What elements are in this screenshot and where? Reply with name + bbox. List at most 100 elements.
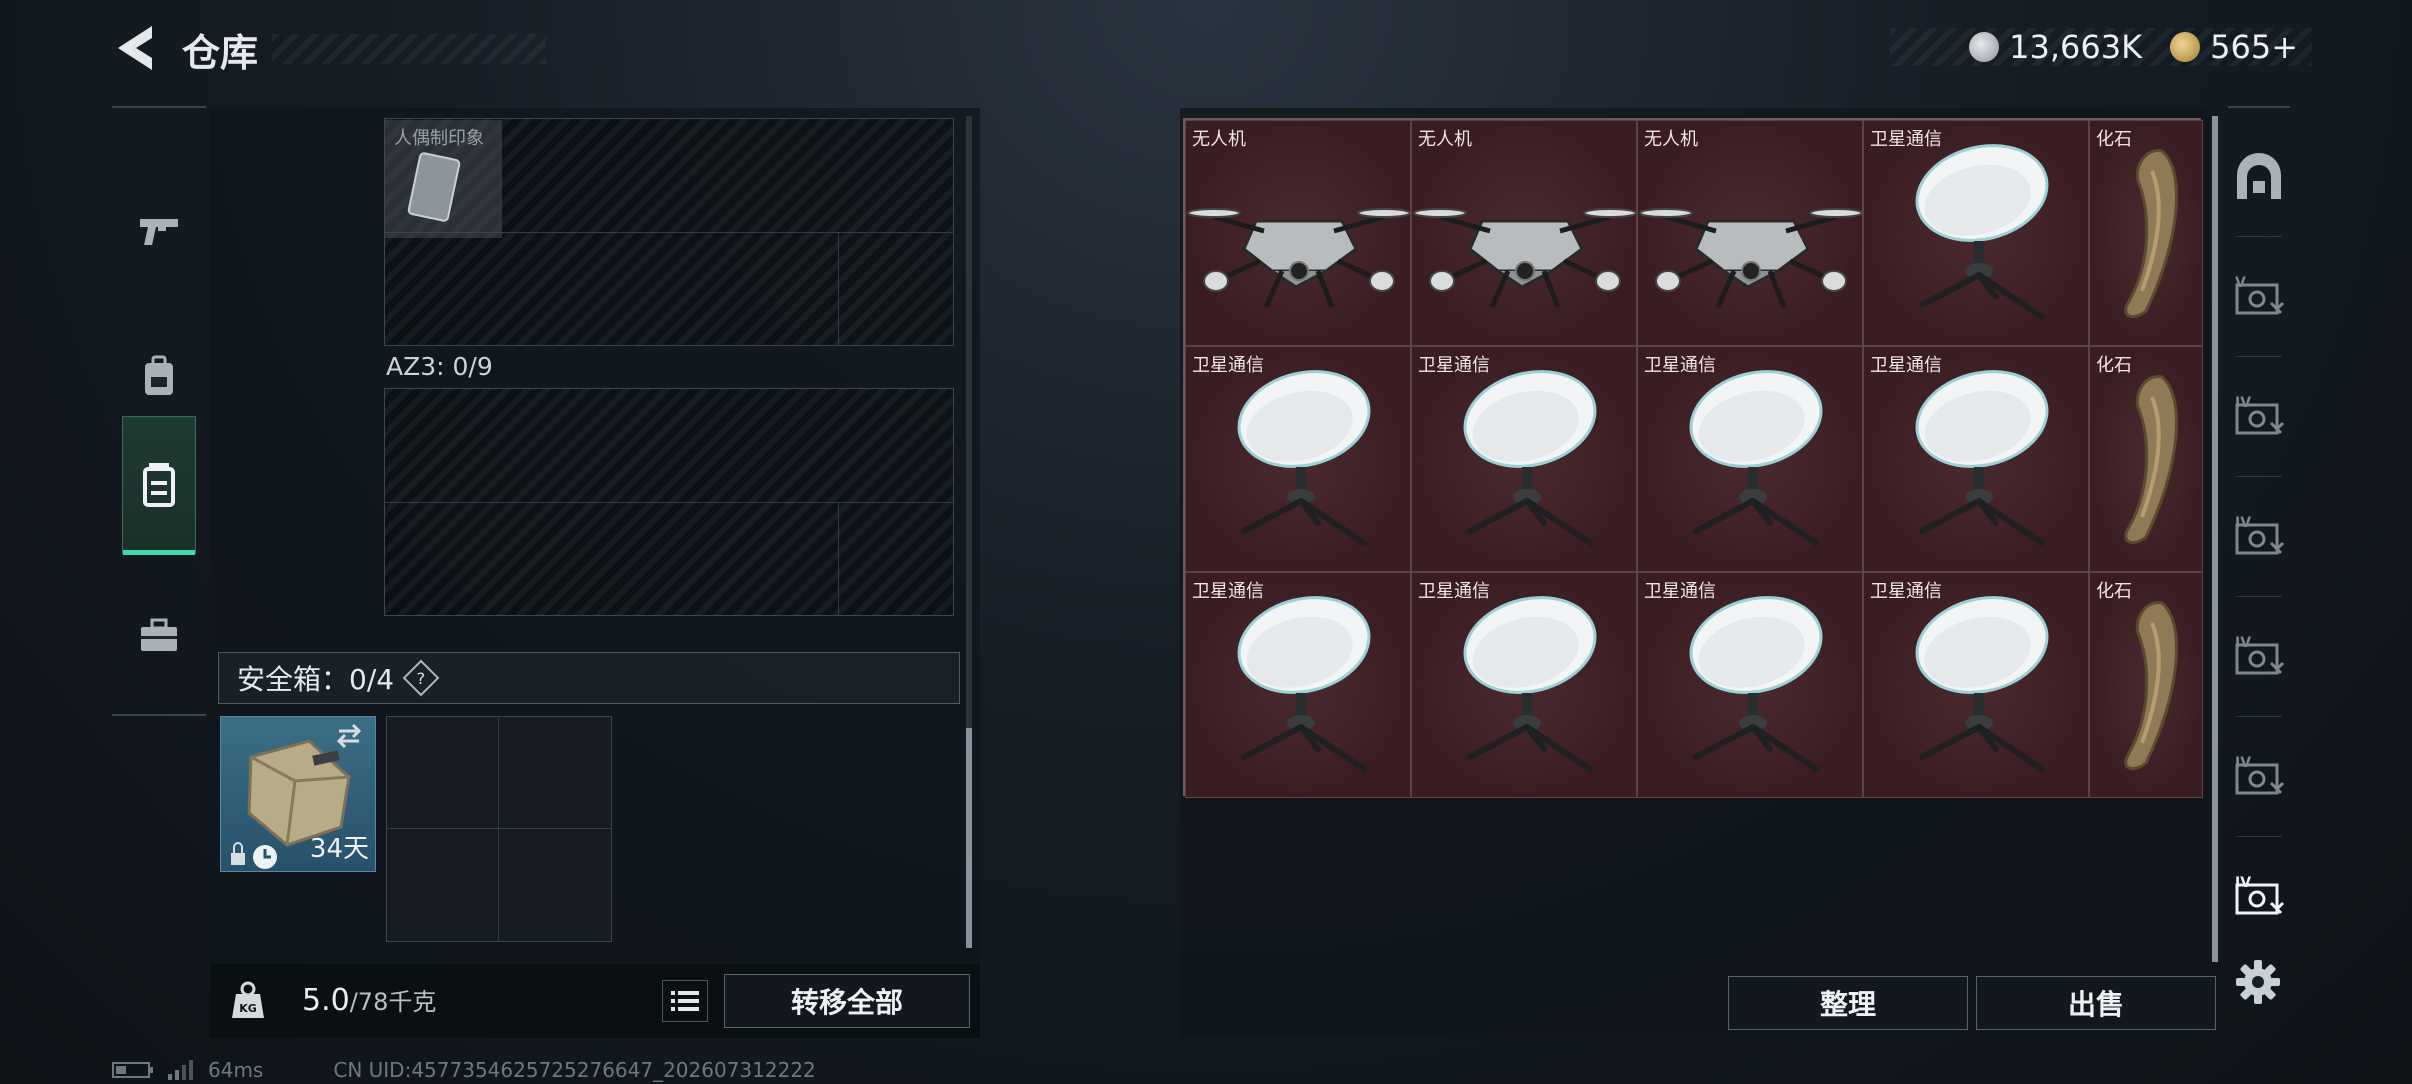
drone-icon bbox=[1187, 208, 1410, 309]
status-bar: 64ms CN UID:4577354625725276647_20260731… bbox=[112, 1058, 816, 1082]
item-label: 卫星通信 bbox=[1870, 129, 1942, 150]
silver-coin-icon bbox=[1969, 32, 2000, 62]
svg-text:KG: KG bbox=[239, 1002, 257, 1015]
toolbox-icon bbox=[141, 618, 177, 651]
tab-separator bbox=[2236, 356, 2282, 357]
transfer-all-button[interactable]: 转移全部 bbox=[724, 974, 970, 1028]
item-label: 卫星通信 bbox=[1870, 581, 1942, 602]
stash-tab-0[interactable] bbox=[2230, 148, 2288, 206]
left-scrollbar-thumb[interactable] bbox=[966, 728, 972, 948]
chest-rig-icon bbox=[143, 463, 175, 507]
satellite-dish-icon bbox=[1915, 370, 2049, 546]
stash-IV-icon: IV bbox=[2235, 395, 2285, 435]
gold-coin-icon bbox=[2170, 32, 2201, 62]
weight-value: 5.0/78千克 bbox=[302, 982, 436, 1018]
item-label: 卫星通信 bbox=[1644, 355, 1716, 376]
stash-item-slot[interactable]: 卫星通信 bbox=[1863, 346, 2089, 572]
safe-box-header: 安全箱：0/4 ? bbox=[218, 652, 960, 704]
nav-toolbox[interactable] bbox=[122, 566, 196, 704]
satellite-dish-icon bbox=[1463, 370, 1597, 546]
stash-tab-6[interactable]: IV bbox=[2230, 868, 2288, 926]
safe-box-grid[interactable] bbox=[386, 716, 612, 942]
stash-IV-active-icon: IV bbox=[2235, 875, 2285, 915]
item-label: 无人机 bbox=[1418, 129, 1472, 150]
tab-separator bbox=[2236, 236, 2282, 237]
item-label: 卫星通信 bbox=[1418, 355, 1490, 376]
satellite-dish-icon bbox=[1915, 596, 2049, 772]
stash-item-slot[interactable]: 卫星通信 bbox=[1185, 572, 1411, 798]
satellite-dish-icon bbox=[1237, 370, 1371, 546]
stash-item-slot[interactable]: 无人机 bbox=[1411, 120, 1637, 346]
stash-tab-4[interactable]: IV bbox=[2230, 628, 2288, 686]
stash-item-slot[interactable]: 卫星通信 bbox=[1411, 346, 1637, 572]
silver-amount: 13,663K bbox=[2009, 28, 2143, 66]
nav-chest-rig[interactable] bbox=[122, 416, 196, 555]
stash-tab-nav: V IV IV IV IV IV bbox=[2228, 106, 2290, 956]
gold-amount[interactable]: 565+ bbox=[2210, 28, 2298, 66]
page-title: 仓库 bbox=[182, 31, 259, 75]
stash-item-slot[interactable]: 卫星通信 bbox=[1863, 572, 2089, 798]
item-label: 无人机 bbox=[1644, 129, 1698, 150]
satellite-dish-icon bbox=[1689, 370, 1823, 546]
stash-item-slot[interactable]: 卫星通信 bbox=[1863, 120, 2089, 346]
settings-gear-icon[interactable] bbox=[2232, 956, 2284, 1008]
stash-item-slot[interactable]: 化石 bbox=[2089, 120, 2203, 346]
item-label: 卫星通信 bbox=[1192, 355, 1264, 376]
stash-item-slot[interactable]: 卫星通信 bbox=[1185, 346, 1411, 572]
grid-divider bbox=[838, 502, 839, 616]
svg-text:IV: IV bbox=[2235, 635, 2251, 651]
tab-separator bbox=[2236, 716, 2282, 717]
currency-bar: 13,663K 565+ bbox=[1890, 28, 2312, 66]
nav-weapons[interactable] bbox=[122, 162, 196, 300]
left-category-nav bbox=[112, 106, 206, 716]
fossil-claw-icon bbox=[2124, 375, 2178, 545]
satellite-dish-icon bbox=[1915, 144, 2049, 320]
tagged-item-label: 人偶制印象 bbox=[394, 128, 484, 149]
battery-icon bbox=[112, 1062, 153, 1078]
grid-divider bbox=[498, 716, 499, 942]
signal-icon bbox=[168, 1060, 193, 1080]
list-view-button[interactable] bbox=[662, 980, 708, 1022]
stash-item-slot[interactable]: 无人机 bbox=[1637, 120, 1863, 346]
stash-item-slot[interactable]: 卫星通信 bbox=[1637, 572, 1863, 798]
fossil-claw-icon bbox=[2124, 601, 2178, 771]
stash-item-slot[interactable]: 无人机 bbox=[1185, 120, 1411, 346]
stash-item-slot[interactable]: 卫星通信 bbox=[1411, 572, 1637, 798]
item-label: 化石 bbox=[2096, 581, 2132, 602]
safe-box-label: 安全箱：0/4 bbox=[237, 663, 395, 696]
backpack-icon bbox=[145, 355, 173, 395]
stash-item-slot[interactable]: 化石 bbox=[2089, 572, 2203, 798]
ping-value: 64ms bbox=[208, 1058, 264, 1082]
stash-tab-5[interactable]: IV bbox=[2230, 748, 2288, 806]
grid-divider bbox=[384, 502, 954, 503]
svg-text:IV: IV bbox=[2235, 875, 2251, 891]
stash-item-slot[interactable]: 化石 bbox=[2089, 346, 2203, 572]
help-button[interactable]: ? bbox=[402, 659, 440, 697]
stash-IV-icon: IV bbox=[2235, 755, 2285, 795]
fossil-claw-icon bbox=[2124, 149, 2178, 319]
container-capacity-label: AZ3: 0/9 bbox=[386, 352, 493, 381]
drone-icon bbox=[1639, 208, 1862, 309]
safe-box-item[interactable]: 34天 bbox=[220, 716, 376, 872]
svg-text:IV: IV bbox=[2235, 755, 2251, 771]
item-label: 无人机 bbox=[1192, 129, 1246, 150]
stash-item-slot[interactable]: 卫星通信 bbox=[1637, 346, 1863, 572]
help-icon: ? bbox=[416, 668, 426, 688]
stash-V-icon: V bbox=[2235, 275, 2285, 315]
grid-divider bbox=[838, 232, 839, 346]
tab-separator bbox=[2236, 596, 2282, 597]
right-scrollbar[interactable] bbox=[2212, 116, 2218, 962]
item-label: 卫星通信 bbox=[1418, 581, 1490, 602]
stash-item-grid: 无人机 无人机 无人机 卫星通信 化石 卫星通信 卫星通信 卫星通信 卫星通信 化石 卫星通信 卫星通… bbox=[1183, 118, 2203, 798]
svg-text:V: V bbox=[2235, 275, 2246, 291]
stash-tab-1[interactable]: V bbox=[2230, 268, 2288, 326]
sell-button[interactable]: 出售 bbox=[1976, 976, 2216, 1030]
stash-tab-2[interactable]: IV bbox=[2230, 388, 2288, 446]
stash-tab-3[interactable]: IV bbox=[2230, 508, 2288, 566]
back-arrow-icon[interactable] bbox=[112, 22, 160, 74]
stash-IV-icon: IV bbox=[2235, 635, 2285, 675]
list-icon bbox=[671, 991, 699, 1011]
item-label: 卫星通信 bbox=[1192, 581, 1264, 602]
item-label: 化石 bbox=[2096, 355, 2132, 376]
sort-button[interactable]: 整理 bbox=[1728, 976, 1968, 1030]
